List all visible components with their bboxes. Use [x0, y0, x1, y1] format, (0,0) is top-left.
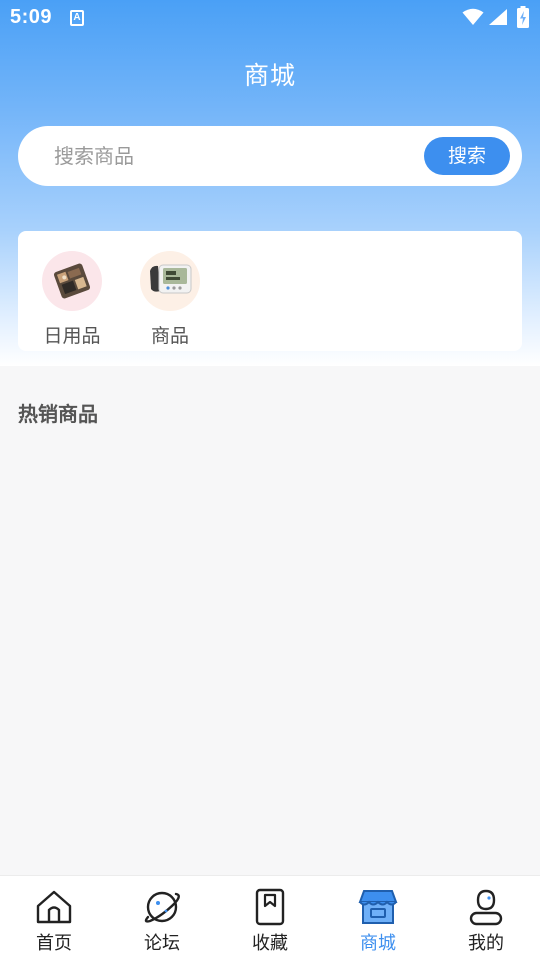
signal-icon [489, 9, 507, 25]
status-bar: 5:09 A [0, 0, 540, 36]
tab-favorites[interactable]: 收藏 [216, 888, 324, 955]
notification-app-icon: A [70, 10, 84, 26]
tab-label: 收藏 [252, 933, 288, 954]
battery-charging-icon [517, 6, 529, 28]
planet-icon [144, 891, 180, 923]
category-label: 商品 [150, 325, 189, 347]
tab-label: 论坛 [144, 933, 180, 954]
tab-forum[interactable]: 论坛 [108, 888, 216, 955]
search-button[interactable]: 搜索 [424, 137, 510, 175]
store-icon [358, 890, 398, 924]
wifi-icon [462, 8, 484, 25]
tab-home[interactable]: 首页 [0, 888, 108, 955]
user-icon [469, 889, 503, 926]
category-label: 日用品 [43, 325, 101, 347]
search-input[interactable] [52, 126, 412, 186]
home-icon [36, 890, 72, 924]
bookmark-icon [255, 888, 285, 926]
tab-store[interactable]: 商城 [324, 888, 432, 955]
tab-label: 我的 [468, 933, 504, 954]
tab-label: 商城 [360, 933, 396, 954]
blood-pressure-monitor-thumbnail [140, 251, 200, 311]
search-bar: 搜索 [18, 126, 522, 186]
tab-label: 首页 [36, 933, 72, 954]
daily-goods-thumbnail [42, 251, 102, 311]
category-goods[interactable]: 商品 [130, 251, 210, 348]
bottom-tab-bar: 首页 论坛 收藏 商城 我的 [0, 875, 540, 960]
hot-products-title: 热销商品 [18, 402, 98, 426]
page-title: 商城 [243, 61, 296, 90]
category-card: 日用品 商品 [18, 231, 522, 351]
tab-profile[interactable]: 我的 [432, 888, 540, 955]
category-daily-goods[interactable]: 日用品 [32, 251, 112, 348]
store-page: 5:09 A 商城 搜索商品 搜索 日用品 商品 热销商品 首页 论坛 收藏 商… [0, 0, 540, 960]
status-time: 5:09 [10, 6, 53, 28]
